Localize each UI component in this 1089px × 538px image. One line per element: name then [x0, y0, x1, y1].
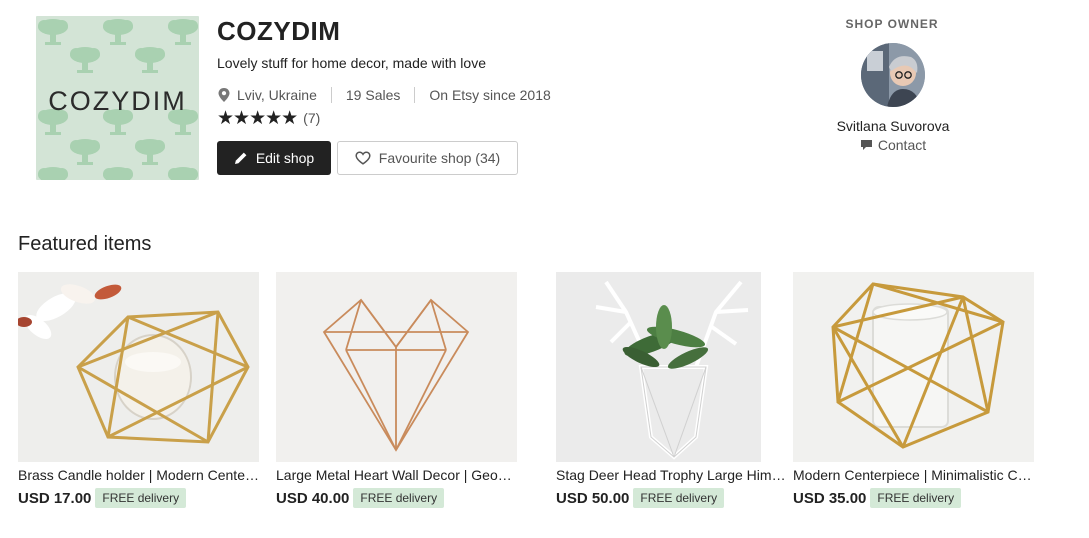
- shop-tagline: Lovely stuff for home decor, made with l…: [217, 55, 486, 71]
- free-delivery-badge: FREE delivery: [95, 488, 187, 508]
- owner-name[interactable]: Svitlana Suvorova: [812, 118, 974, 134]
- contact-label: Contact: [877, 137, 927, 153]
- listing-price: USD 50.00: [556, 489, 630, 507]
- modern-centerpiece-image: [793, 272, 1034, 462]
- brass-candle-holder-image: [18, 272, 259, 462]
- shop-owner-heading: SHOP OWNER: [845, 17, 939, 31]
- message-icon: [860, 140, 872, 150]
- listing-card[interactable]: Brass Candle holder | Modern Centerpiece…: [18, 272, 259, 508]
- favourite-shop-button[interactable]: Favourite shop (34): [337, 141, 518, 175]
- divider: [414, 87, 416, 103]
- edit-shop-label: Edit shop: [255, 150, 315, 166]
- shop-rating[interactable]: ★★★★★ (7): [217, 107, 320, 129]
- metal-heart-wall-decor-image: [276, 272, 517, 462]
- listing-price: USD 17.00: [18, 489, 92, 507]
- owner-avatar[interactable]: [861, 43, 925, 107]
- contact-owner-link[interactable]: Contact: [812, 137, 974, 153]
- featured-items-heading: Featured items: [18, 233, 152, 255]
- listing-price-row: USD 35.00 FREE delivery: [793, 488, 1034, 508]
- heart-icon: [355, 151, 371, 165]
- listing-price-row: USD 17.00 FREE delivery: [18, 488, 259, 508]
- listing-image[interactable]: [18, 272, 259, 462]
- owner-avatar-image: [861, 43, 925, 107]
- listing-price: USD 40.00: [276, 489, 350, 507]
- listing-image[interactable]: [276, 272, 517, 462]
- listing-card[interactable]: Modern Centerpiece | Minimalistic Candle…: [793, 272, 1034, 508]
- free-delivery-badge: FREE delivery: [870, 488, 962, 508]
- divider: [330, 87, 332, 103]
- listing-card[interactable]: Large Metal Heart Wall Decor | Geometric…: [276, 272, 517, 508]
- listing-title[interactable]: Modern Centerpiece | Minimalistic Candle…: [793, 467, 1034, 483]
- shop-sales[interactable]: 19 Sales: [346, 87, 400, 103]
- listing-title[interactable]: Brass Candle holder | Modern Centerpiece: [18, 467, 259, 483]
- listing-image[interactable]: [556, 272, 797, 462]
- listing-price-row: USD 50.00 FREE delivery: [556, 488, 797, 508]
- listing-image[interactable]: [793, 272, 1034, 462]
- listing-card[interactable]: Stag Deer Head Trophy Large Himmeli USD …: [556, 272, 797, 508]
- listing-price-row: USD 40.00 FREE delivery: [276, 488, 517, 508]
- listing-price: USD 35.00: [793, 489, 867, 507]
- stag-deer-head-image: [556, 272, 797, 462]
- favourite-shop-label: Favourite shop (34): [378, 150, 501, 166]
- free-delivery-badge: FREE delivery: [633, 488, 725, 508]
- edit-shop-button[interactable]: Edit shop: [217, 141, 331, 175]
- rating-count[interactable]: (7): [303, 110, 320, 126]
- logo-text: COZYDIM: [48, 86, 187, 116]
- free-delivery-badge: FREE delivery: [353, 488, 445, 508]
- shop-location[interactable]: Lviv, Ukraine: [237, 87, 317, 103]
- star-icon: ★★★★★: [217, 107, 298, 129]
- listing-title[interactable]: Large Metal Heart Wall Decor | Geometric: [276, 467, 517, 483]
- map-pin-icon: [218, 88, 230, 102]
- shop-since: On Etsy since 2018: [429, 87, 551, 103]
- shop-meta: Lviv, Ukraine 19 Sales On Etsy since 201…: [217, 86, 551, 104]
- pencil-icon: [234, 152, 247, 164]
- shop-name: COZYDIM: [217, 16, 341, 46]
- listing-title[interactable]: Stag Deer Head Trophy Large Himmeli: [556, 467, 797, 483]
- shop-logo: COZYDIM: [36, 16, 199, 180]
